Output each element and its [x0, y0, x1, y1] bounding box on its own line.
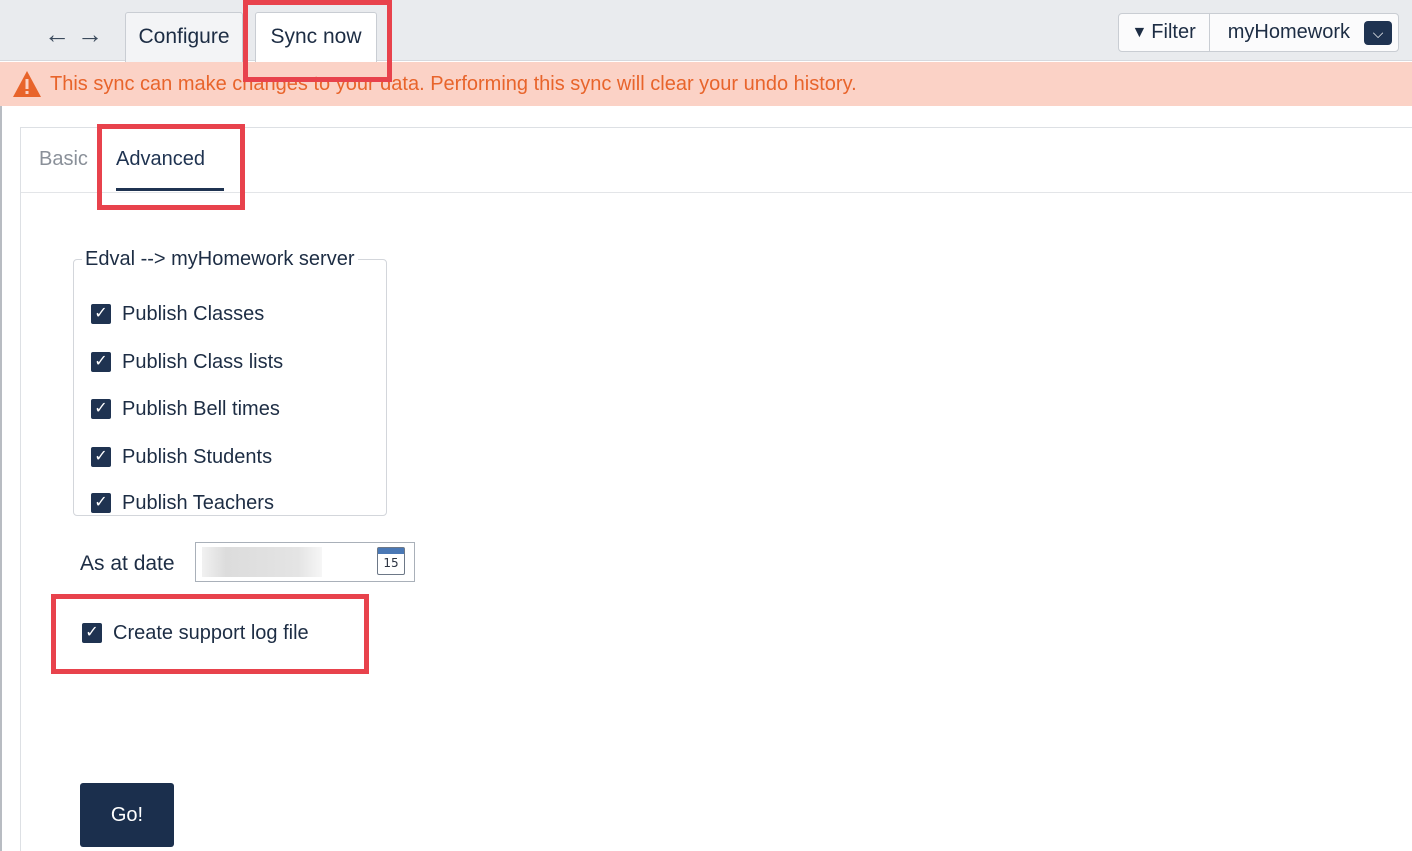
- checkbox-checked-icon: ✓: [91, 447, 111, 467]
- checkbox-label: Publish Bell times: [122, 397, 280, 420]
- checkbox-label: Publish Teachers: [122, 491, 274, 514]
- subtab-basic[interactable]: Basic: [39, 148, 88, 171]
- publish-teachers-checkbox[interactable]: ✓ Publish Teachers: [91, 490, 274, 516]
- toolbar: ← → Configure Sync now ▼ Filter myHomewo…: [0, 0, 1412, 62]
- go-button[interactable]: Go!: [80, 783, 174, 847]
- filter-label: Filter: [1151, 21, 1196, 43]
- filter-icon: ▼: [1131, 23, 1148, 41]
- checkbox-label: Publish Students: [122, 445, 273, 468]
- chevron-down-icon: ⌵: [1364, 20, 1392, 45]
- highlight-box: [97, 124, 245, 210]
- warning-banner: This sync can make changes to your data.…: [0, 62, 1412, 106]
- publish-bell-times-checkbox[interactable]: ✓ Publish Bell times: [91, 396, 280, 422]
- as-at-date-field[interactable]: 15: [195, 542, 415, 582]
- as-at-date-label: As at date: [80, 552, 175, 575]
- publish-students-checkbox[interactable]: ✓ Publish Students: [91, 444, 272, 470]
- tab-configure[interactable]: Configure: [125, 12, 243, 62]
- highlight-box: [51, 594, 369, 674]
- arrow-left-icon[interactable]: ←: [43, 20, 71, 48]
- warning-icon: [13, 71, 41, 97]
- calendar-day: 15: [383, 556, 399, 570]
- filter-button[interactable]: ▼ Filter: [1119, 14, 1210, 51]
- publish-options-group: Edval --> myHomework server ✓ Publish Cl…: [73, 248, 387, 516]
- app-selector-value: myHomework: [1227, 21, 1350, 43]
- checkbox-label: Publish Classes: [122, 302, 265, 325]
- checkbox-label: Publish Class lists: [122, 350, 284, 373]
- publish-classes-checkbox[interactable]: ✓ Publish Classes: [91, 301, 264, 327]
- calendar-icon[interactable]: 15: [377, 547, 405, 575]
- filter-group: ▼ Filter myHomework ⌵: [1118, 13, 1399, 52]
- checkbox-checked-icon: ✓: [91, 304, 111, 324]
- checkbox-checked-icon: ✓: [91, 352, 111, 372]
- app-selector[interactable]: myHomework ⌵: [1210, 14, 1398, 51]
- highlight-box: [243, 0, 392, 82]
- left-edge-divider: [0, 106, 2, 851]
- checkbox-checked-icon: ✓: [91, 493, 111, 513]
- warning-text: This sync can make changes to your data.…: [50, 72, 857, 95]
- sync-panel: Basic Advanced Edval --> myHomework serv…: [20, 127, 1412, 851]
- redacted-date-value: [202, 547, 322, 577]
- publish-class-lists-checkbox[interactable]: ✓ Publish Class lists: [91, 349, 283, 375]
- checkbox-checked-icon: ✓: [91, 399, 111, 419]
- arrow-right-icon[interactable]: →: [76, 20, 104, 48]
- publish-group-legend: Edval --> myHomework server: [85, 248, 355, 270]
